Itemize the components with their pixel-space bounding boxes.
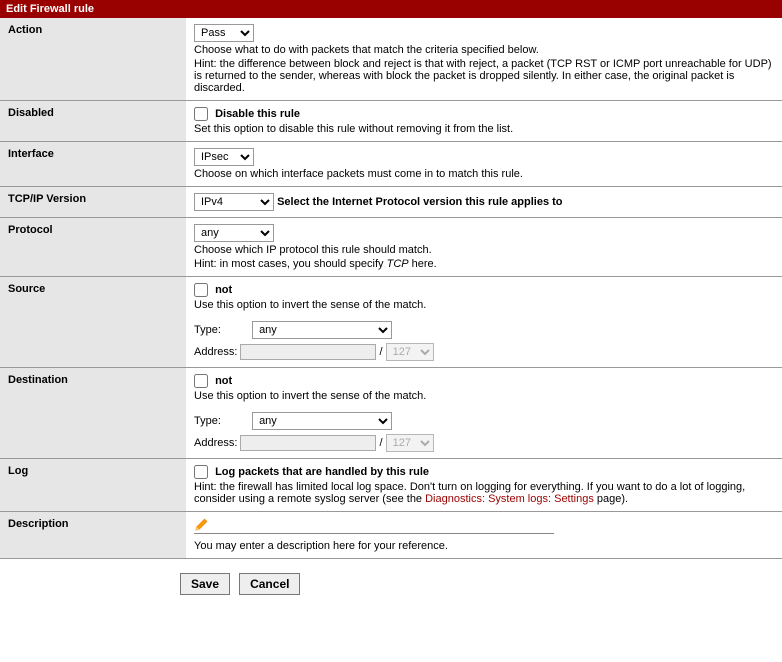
destination-not-label: not <box>215 375 232 387</box>
ipversion-inline: Select the Internet Protocol version thi… <box>277 196 562 208</box>
firewall-rule-form: Action Pass Choose what to do with packe… <box>0 18 782 559</box>
disabled-checkbox[interactable] <box>194 107 208 121</box>
label-source: Source <box>0 277 186 368</box>
destination-addr-label: Address: <box>194 437 237 449</box>
source-type-select[interactable]: any <box>252 321 392 339</box>
label-interface: Interface <box>0 142 186 187</box>
action-hint1: Choose what to do with packets that matc… <box>194 44 774 56</box>
panel-header: Edit Firewall rule <box>0 0 782 18</box>
destination-not-hint: Use this option to invert the sense of t… <box>194 390 774 402</box>
source-mask-select: 127 <box>386 343 434 361</box>
destination-address-input <box>240 435 376 451</box>
row-protocol: Protocol any Choose which IP protocol th… <box>0 218 782 277</box>
label-ipversion: TCP/IP Version <box>0 187 186 218</box>
label-action: Action <box>0 18 186 101</box>
destination-mask-select: 127 <box>386 434 434 452</box>
pencil-icon <box>194 518 208 532</box>
destination-not-checkbox[interactable] <box>194 374 208 388</box>
save-button[interactable]: Save <box>180 573 230 595</box>
row-log: Log Log packets that are handled by this… <box>0 459 782 512</box>
log-hint: Hint: the firewall has limited local log… <box>194 481 774 505</box>
source-not-hint: Use this option to invert the sense of t… <box>194 299 774 311</box>
label-log: Log <box>0 459 186 512</box>
label-disabled: Disabled <box>0 101 186 142</box>
row-action: Action Pass Choose what to do with packe… <box>0 18 782 101</box>
disabled-checkbox-wrap[interactable]: Disable this rule <box>194 108 300 120</box>
destination-not-wrap[interactable]: not <box>194 375 232 387</box>
interface-select[interactable]: IPsec <box>194 148 254 166</box>
disabled-checkbox-label: Disable this rule <box>215 108 300 120</box>
label-protocol: Protocol <box>0 218 186 277</box>
ipversion-select[interactable]: IPv4 <box>194 193 274 211</box>
source-addr-label: Address: <box>194 346 237 358</box>
row-ipversion: TCP/IP Version IPv4 Select the Internet … <box>0 187 782 218</box>
protocol-select[interactable]: any <box>194 224 274 242</box>
source-not-checkbox[interactable] <box>194 283 208 297</box>
source-not-label: not <box>215 284 232 296</box>
row-disabled: Disabled Disable this rule Set this opti… <box>0 101 782 142</box>
button-row: Save Cancel <box>0 559 782 609</box>
row-source: Source not Use this option to invert the… <box>0 277 782 368</box>
protocol-hint2: Hint: in most cases, you should specify … <box>194 258 774 270</box>
row-interface: Interface IPsec Choose on which interfac… <box>0 142 782 187</box>
protocol-hint1: Choose which IP protocol this rule shoul… <box>194 244 774 256</box>
label-description: Description <box>0 512 186 559</box>
destination-type-select[interactable]: any <box>252 412 392 430</box>
syslog-settings-link[interactable]: Diagnostics: System logs: Settings <box>425 493 594 505</box>
log-checkbox-label: Log packets that are handled by this rul… <box>215 466 429 478</box>
action-select[interactable]: Pass <box>194 24 254 42</box>
log-checkbox-wrap[interactable]: Log packets that are handled by this rul… <box>194 466 429 478</box>
interface-hint: Choose on which interface packets must c… <box>194 168 774 180</box>
description-hint: You may enter a description here for you… <box>194 540 774 552</box>
source-address-input <box>240 344 376 360</box>
log-checkbox[interactable] <box>194 465 208 479</box>
source-type-label: Type: <box>194 324 249 336</box>
cancel-button[interactable]: Cancel <box>239 573 300 595</box>
action-hint2: Hint: the difference between block and r… <box>194 58 774 94</box>
source-not-wrap[interactable]: not <box>194 284 232 296</box>
disabled-hint: Set this option to disable this rule wit… <box>194 123 774 135</box>
description-input[interactable] <box>212 518 554 532</box>
row-destination: Destination not Use this option to inver… <box>0 368 782 459</box>
destination-type-label: Type: <box>194 415 249 427</box>
row-description: Description You may enter a description … <box>0 512 782 559</box>
label-destination: Destination <box>0 368 186 459</box>
